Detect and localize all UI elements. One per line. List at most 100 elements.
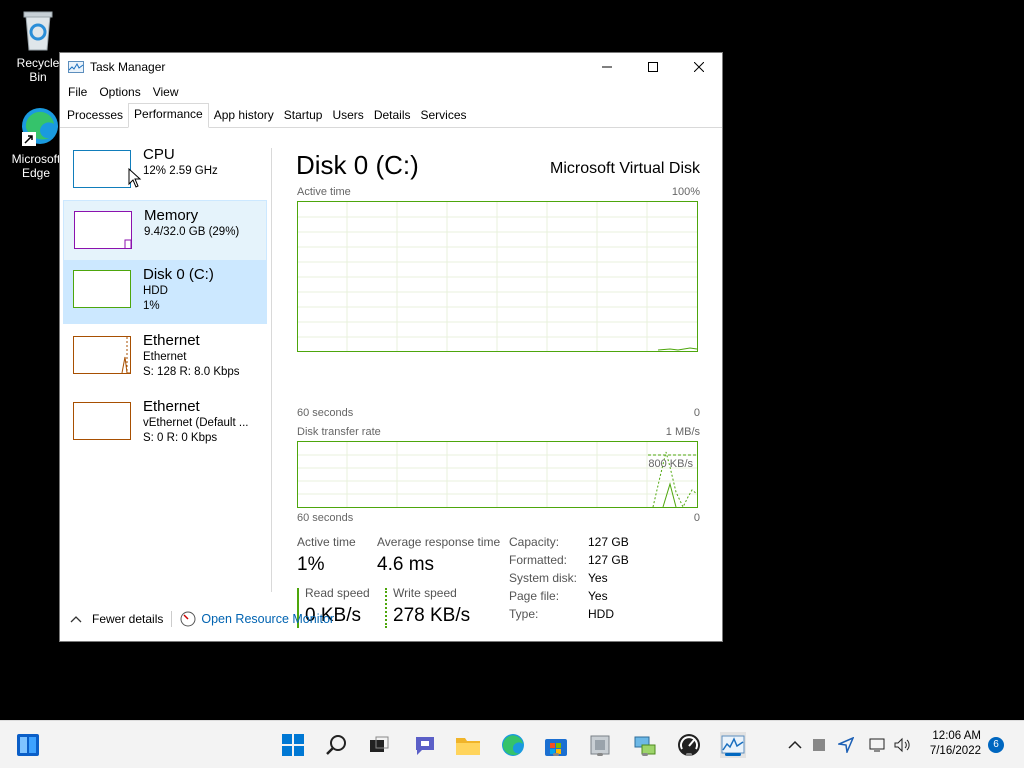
tab-performance[interactable]: Performance: [128, 103, 209, 128]
chevron-up-icon: [788, 740, 802, 749]
taskbar: 12:06 AM 7/16/2022 6: [0, 720, 1024, 768]
disk-thumbnail-graph: [73, 270, 131, 308]
sidebar-item-title: Disk 0 (C:): [143, 266, 214, 283]
disk-model: Microsoft Virtual Disk: [550, 160, 700, 177]
capacity-value: 127 GB: [588, 535, 629, 549]
menu-options[interactable]: Options: [93, 85, 146, 99]
graph-label: Active time: [297, 186, 351, 198]
edge-icon: [16, 104, 58, 148]
maximize-button[interactable]: [630, 53, 676, 81]
sidebar-item-detail: Ethernet: [143, 351, 187, 363]
page-title: Disk 0 (C:): [296, 150, 419, 180]
sidebar-item-memory[interactable]: Memory 9.4/32.0 GB (29%): [63, 200, 267, 264]
tab-app-history[interactable]: App history: [209, 104, 279, 127]
network-app-button[interactable]: [632, 732, 658, 758]
start-icon: [282, 734, 304, 756]
sidebar-item-rates: S: 0 R: 0 Kbps: [143, 432, 218, 444]
chevron-up-icon: [70, 616, 82, 623]
widgets-button[interactable]: [15, 732, 41, 758]
sidebar-item-title: Ethernet: [143, 332, 200, 349]
menu-file[interactable]: File: [62, 85, 93, 99]
close-button[interactable]: [676, 53, 722, 81]
start-button[interactable]: [280, 732, 306, 758]
maximize-icon: [648, 62, 658, 72]
task-manager-taskbar-button[interactable]: [720, 732, 746, 758]
location-arrow-icon: [838, 737, 854, 753]
open-resource-monitor-link[interactable]: Open Resource Monitor: [201, 612, 334, 626]
network-icon: [869, 738, 885, 752]
notification-badge[interactable]: 6: [988, 737, 1004, 753]
sidebar-item-usage: 1%: [143, 300, 160, 312]
running-indicator: [642, 753, 648, 756]
tab-processes[interactable]: Processes: [62, 104, 128, 127]
volume-button[interactable]: [892, 732, 914, 758]
app-button[interactable]: [587, 732, 613, 758]
graph-min-label: 0: [693, 512, 700, 524]
resource-monitor-icon: [180, 611, 196, 627]
graph-x-label: 60 seconds: [297, 512, 354, 524]
tab-bar: Processes Performance App history Startu…: [60, 103, 722, 128]
read-speed-label: Read speed: [305, 586, 370, 600]
recycle-bin-icon: [18, 8, 58, 52]
response-time-label: Average response time: [377, 535, 501, 549]
chat-icon: [416, 737, 434, 755]
title-bar[interactable]: Task Manager: [60, 53, 722, 81]
chat-button[interactable]: [412, 732, 438, 758]
tab-users[interactable]: Users: [327, 104, 368, 127]
tray-app-icon: [813, 739, 825, 751]
tray-app-button[interactable]: [808, 732, 830, 758]
sidebar-item-disk[interactable]: Disk 0 (C:) HDD 1%: [63, 260, 267, 324]
network-status-button[interactable]: [867, 732, 889, 758]
sidebar-divider: [271, 148, 272, 592]
menu-bar: File Options View: [60, 81, 722, 103]
file-explorer-icon: [456, 738, 480, 755]
search-button[interactable]: [324, 732, 350, 758]
tab-details[interactable]: Details: [369, 104, 416, 127]
task-manager-icon: [721, 735, 745, 754]
sidebar-item-cpu[interactable]: CPU 12% 2.59 GHz: [63, 140, 267, 204]
clock-date: 7/16/2022: [929, 745, 981, 757]
resource-sidebar: CPU 12% 2.59 GHz Memory 9.4/32.0 GB (29%…: [60, 128, 270, 590]
show-hidden-icons-button[interactable]: [784, 732, 806, 758]
formatted-value: 127 GB: [588, 553, 629, 567]
cpu-thumbnail-graph: [73, 150, 131, 188]
location-button[interactable]: [835, 732, 857, 758]
transfer-rate-graph: 800 KB/s: [297, 441, 698, 508]
system-disk-label: System disk:: [509, 571, 578, 585]
sidebar-item-ethernet-2[interactable]: Ethernet vEthernet (Default ... S: 0 R: …: [63, 392, 267, 456]
system-disk-value: Yes: [588, 571, 608, 585]
task-view-button[interactable]: [366, 732, 392, 758]
taskbar-clock[interactable]: 12:06 AM 7/16/2022: [930, 729, 981, 759]
capacity-label: Capacity:: [509, 535, 560, 549]
edge-icon: [502, 734, 524, 756]
fewer-details-button[interactable]: Fewer details: [70, 612, 163, 626]
graph-label: Disk transfer rate: [297, 426, 381, 438]
running-indicator: [686, 753, 692, 756]
sidebar-item-rates: S: 128 R: 8.0 Kbps: [143, 366, 240, 378]
minimize-button[interactable]: [584, 53, 630, 81]
footer-separator: [171, 611, 173, 627]
store-button[interactable]: [543, 732, 569, 758]
response-time-value: 4.6 ms: [377, 554, 435, 575]
fewer-details-label: Fewer details: [92, 612, 164, 626]
tab-services[interactable]: Services: [416, 104, 472, 127]
task-manager-window: Task Manager File Options View Processes…: [59, 52, 723, 642]
graph-marker-label: 800 KB/s: [648, 458, 693, 470]
menu-view[interactable]: View: [147, 85, 185, 99]
desktop-icon-edge[interactable]: Microsoft Edge: [6, 104, 66, 180]
graph-max-label: 100%: [671, 186, 700, 198]
running-indicator: [553, 753, 559, 756]
sidebar-item-ethernet-1[interactable]: Ethernet Ethernet S: 128 R: 8.0 Kbps: [63, 326, 267, 390]
memory-thumbnail-graph: [74, 211, 132, 249]
tab-startup[interactable]: Startup: [279, 104, 328, 127]
gauge-app-button[interactable]: [676, 732, 702, 758]
mouse-cursor-icon: [128, 168, 142, 188]
sidebar-item-detail: 9.4/32.0 GB (29%): [144, 226, 240, 238]
active-time-value: 1%: [297, 554, 325, 575]
clock-time: 12:06 AM: [932, 730, 981, 742]
task-manager-icon: [68, 61, 84, 73]
file-explorer-button[interactable]: [455, 732, 481, 758]
active-time-label: Active time: [297, 535, 356, 549]
edge-taskbar-button[interactable]: [500, 732, 526, 758]
widgets-icon: [17, 734, 39, 756]
